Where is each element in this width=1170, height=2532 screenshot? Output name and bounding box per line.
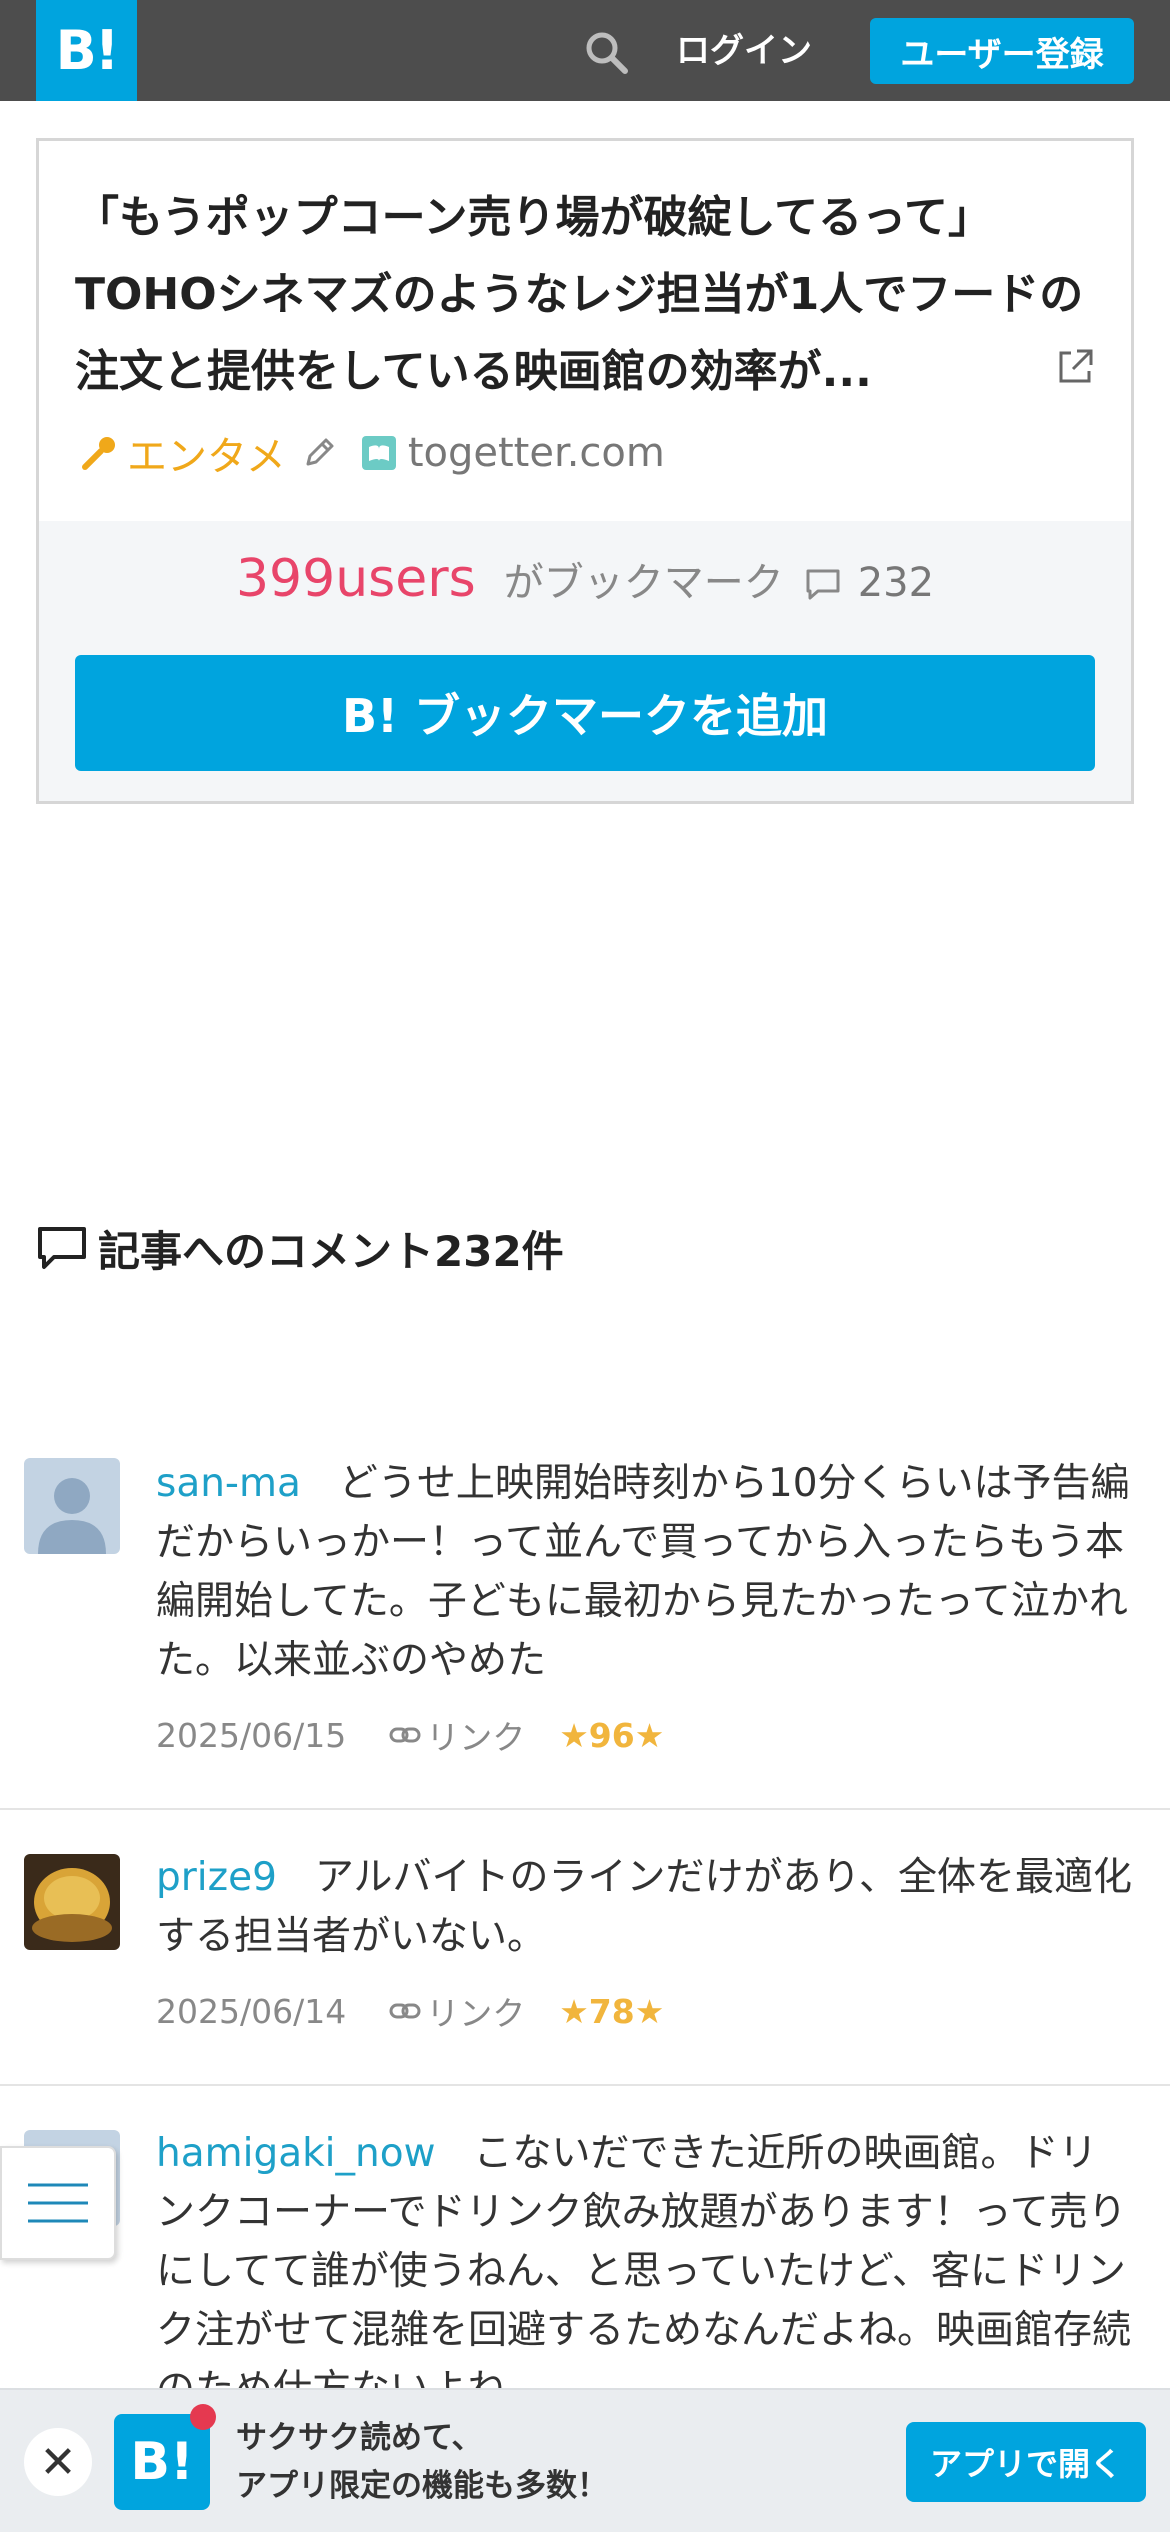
category-link[interactable]: エンタメ xyxy=(127,424,286,482)
avatar[interactable] xyxy=(24,1854,120,1950)
comment-username[interactable]: prize9 xyxy=(156,1855,277,1900)
comment-icon xyxy=(38,1227,86,1269)
comment-username[interactable]: san-ma xyxy=(156,1461,301,1506)
link-icon xyxy=(389,2003,421,2019)
comment-item: san-ma どうせ上映開始時刻から10分くらいは予告編だからいっかー！って並んで… xyxy=(0,1424,1170,1810)
hatena-logo[interactable]: B! xyxy=(36,0,137,101)
open-app-button[interactable]: アプリで開く xyxy=(906,2422,1146,2502)
close-banner-button[interactable]: ✕ xyxy=(24,2428,92,2496)
comment-body: hamigaki_now こないだできた近所の映画館。ドリンクコーナーでドリンク飲… xyxy=(156,2124,1132,2388)
comment-link[interactable]: リンク xyxy=(388,1987,525,2035)
comments-heading-text: 記事へのコメント232件 xyxy=(98,1226,564,1276)
comment-text: アルバイトのラインだけがあり、全体を最適化する担当者がいない。 xyxy=(156,1855,1132,1959)
app-banner: ✕ B! サクサク読めて、 アプリ限定の機能も多数！ アプリで開く xyxy=(0,2388,1170,2532)
star-count[interactable]: ★96★ xyxy=(559,1716,664,1755)
entry-title[interactable]: 「もうポップコーン売り場が破綻してるって」TOHOシネマズのようなレジ担当が1人… xyxy=(75,179,1085,410)
bookmark-stats: 399users がブックマーク 232 xyxy=(39,549,1131,619)
comments-heading: 記事へのコメント232件 xyxy=(36,1216,564,1280)
pencil-icon[interactable] xyxy=(300,434,338,472)
comment-meta: 2025/06/14 リンク ★78★ xyxy=(156,1986,664,2036)
add-bookmark-button[interactable]: B! ブックマークを追加 xyxy=(75,655,1095,771)
avatar[interactable] xyxy=(24,1458,120,1554)
comment-item: hamigaki_now こないだできた近所の映画館。ドリンクコーナーでドリンク飲… xyxy=(0,2086,1170,2388)
comment-date[interactable]: 2025/06/15 xyxy=(156,1716,346,1755)
search-icon xyxy=(586,32,628,74)
comment-body: prize9 アルバイトのラインだけがあり、全体を最適化する担当者がいない。 xyxy=(156,1848,1132,1966)
external-link-icon[interactable] xyxy=(1053,345,1097,389)
register-button[interactable]: ユーザー登録 xyxy=(870,18,1134,84)
entry-domain[interactable]: togetter.com xyxy=(408,430,665,476)
comment-body: san-ma どうせ上映開始時刻から10分くらいは予告編だからいっかー！って並んで… xyxy=(156,1454,1132,1690)
comment-username[interactable]: hamigaki_now xyxy=(156,2131,436,2176)
notification-dot xyxy=(190,2404,216,2430)
header-bar: B! ログイン ユーザー登録 xyxy=(0,0,1170,101)
app-banner-line1: サクサク読めて、 xyxy=(236,2420,483,2456)
app-banner-line2: アプリ限定の機能も多数！ xyxy=(236,2468,608,2504)
users-count[interactable]: 399users xyxy=(236,549,476,609)
comment-count[interactable]: 232 xyxy=(858,560,934,606)
app-banner-text: サクサク読めて、 アプリ限定の機能も多数！ xyxy=(236,2414,608,2510)
entry-card: 「もうポップコーン売り場が破綻してるって」TOHOシネマズのようなレジ担当が1人… xyxy=(36,138,1134,804)
comment-link-label: リンク xyxy=(426,1994,526,2033)
comment-meta: 2025/06/15 リンク ★96★ xyxy=(156,1710,664,1760)
comment-link[interactable]: リンク xyxy=(388,1711,525,1759)
login-link[interactable]: ログイン xyxy=(676,26,812,76)
comment-link-label: リンク xyxy=(426,1718,526,1757)
comment-icon xyxy=(806,569,840,600)
bookmark-panel: 399users がブックマーク 232 B! ブックマークを追加 xyxy=(39,521,1131,801)
comment-text: どうせ上映開始時刻から10分くらいは予告編だからいっかー！って並んで買ってから入… xyxy=(156,1461,1130,1683)
link-icon xyxy=(389,1727,421,1743)
search-button[interactable] xyxy=(576,22,636,82)
menu-icon xyxy=(28,2183,88,2223)
comment-item: prize9 アルバイトのラインだけがあり、全体を最適化する担当者がいない。 20… xyxy=(0,1810,1170,2086)
site-favicon xyxy=(361,436,396,470)
users-suffix: がブックマーク xyxy=(503,560,784,606)
close-icon: ✕ xyxy=(39,2436,77,2488)
app-icon: B! xyxy=(114,2414,210,2510)
microphone-icon xyxy=(82,437,115,470)
menu-button[interactable] xyxy=(0,2146,116,2260)
comment-date[interactable]: 2025/06/14 xyxy=(156,1992,346,2031)
star-count[interactable]: ★78★ xyxy=(559,1992,664,2031)
entry-meta: エンタメ togetter.com xyxy=(79,423,665,483)
